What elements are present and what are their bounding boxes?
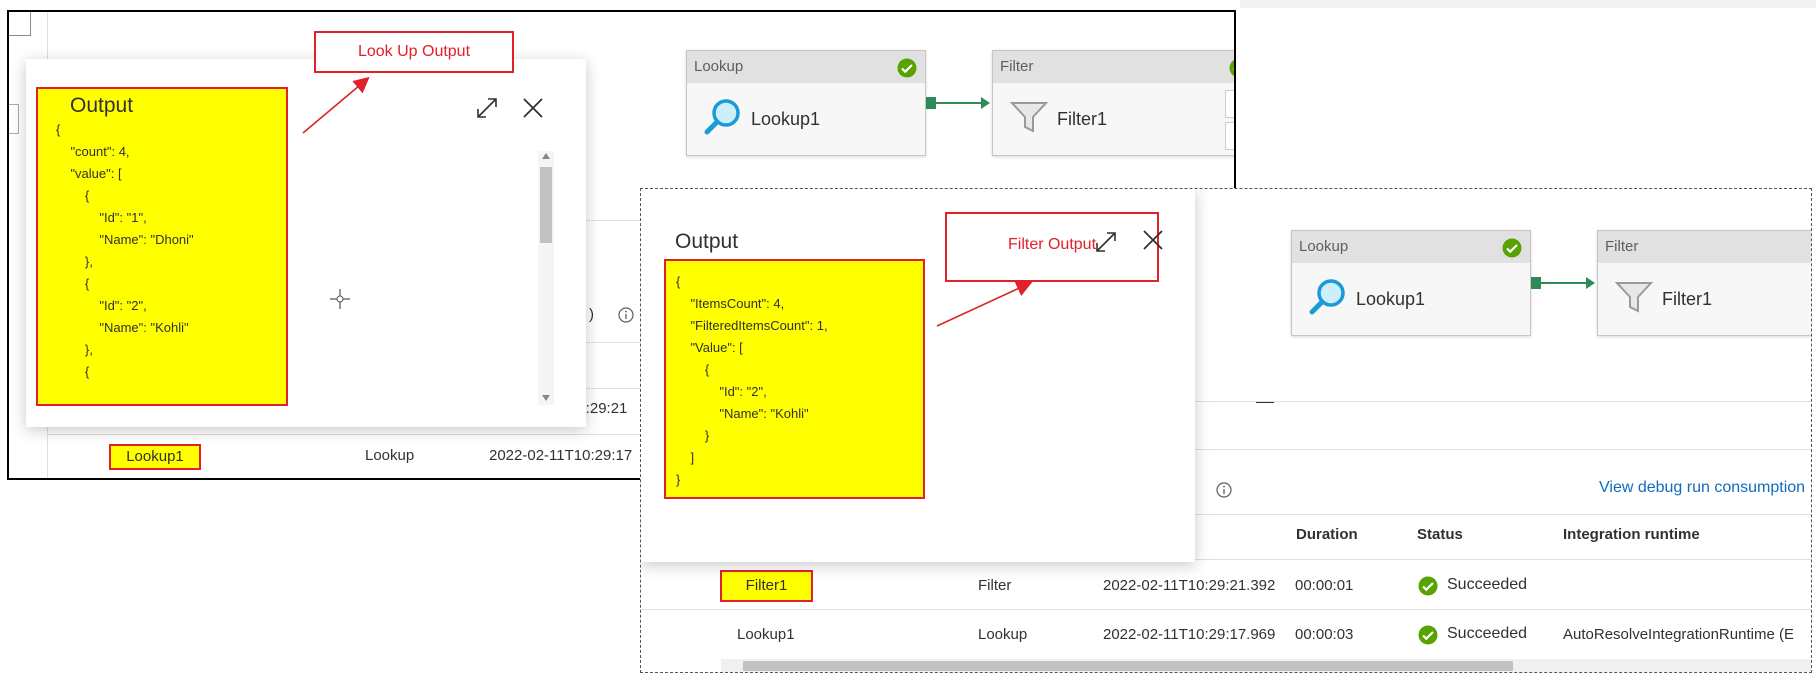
activity-lookup[interactable]: Lookup Lookup1 bbox=[686, 50, 926, 156]
output-title: Output bbox=[675, 230, 739, 253]
scroll-thumb[interactable] bbox=[540, 167, 552, 243]
activity-filter[interactable]: Filter Filter1 bbox=[992, 50, 1234, 156]
canvas-side-control[interactable] bbox=[1225, 122, 1234, 150]
success-check-icon bbox=[1418, 625, 1438, 645]
partial-paren: ) bbox=[589, 306, 594, 323]
view-debug-run-consumption-link[interactable]: View debug run consumption bbox=[1599, 479, 1805, 497]
activity-lookup[interactable]: Lookup Lookup1 bbox=[1291, 230, 1531, 336]
json-line: "count": 4, bbox=[56, 144, 130, 159]
row-start: 2022-02-11T10:29:21.392 bbox=[1103, 577, 1276, 594]
magnifier-icon bbox=[1309, 279, 1345, 315]
success-check-icon bbox=[1502, 238, 1522, 258]
success-check-icon bbox=[897, 58, 917, 78]
activity-type: Filter bbox=[993, 51, 1234, 83]
close-icon[interactable] bbox=[520, 95, 546, 121]
funnel-icon bbox=[1614, 282, 1654, 313]
json-line: "Id": "2", bbox=[676, 384, 767, 399]
partial-checkbox[interactable] bbox=[9, 12, 31, 36]
json-line: { bbox=[56, 188, 90, 203]
json-line: }, bbox=[56, 342, 93, 357]
output-panel: Output { "count": 4, "value": [ { "Id": … bbox=[26, 59, 586, 427]
expand-icon[interactable] bbox=[1093, 229, 1119, 255]
json-line: "FilteredItemsCount": 1, bbox=[676, 318, 828, 333]
json-lines: { "ItemsCount": 4, "FilteredItemsCount":… bbox=[676, 271, 923, 491]
background-strip bbox=[1240, 0, 1816, 8]
row-status: Succeeded bbox=[1447, 625, 1528, 642]
info-icon[interactable] bbox=[618, 307, 634, 323]
json-output: { "ItemsCount": 4, "FilteredItemsCount":… bbox=[664, 259, 925, 499]
collapsed-side-tab[interactable] bbox=[9, 104, 19, 134]
info-icon[interactable] bbox=[1216, 482, 1232, 498]
json-line: { bbox=[56, 122, 61, 137]
activity-filter[interactable]: Filter Filter1 bbox=[1597, 230, 1811, 336]
magnifier-icon bbox=[704, 99, 740, 135]
funnel-icon bbox=[1009, 102, 1049, 133]
connector-handle[interactable] bbox=[1531, 277, 1541, 289]
scroll-thumb[interactable] bbox=[743, 661, 1513, 671]
json-line: } bbox=[676, 472, 681, 487]
canvas-side-control[interactable] bbox=[1225, 90, 1234, 118]
column-status[interactable]: Status bbox=[1417, 526, 1463, 543]
activity-name: Lookup1 bbox=[1356, 289, 1426, 309]
json-line: { bbox=[676, 274, 681, 289]
row-duration: 00:00:03 bbox=[1295, 626, 1354, 643]
json-line: "Name": "Kohli" bbox=[56, 320, 189, 335]
crosshair-cursor-icon bbox=[330, 289, 350, 309]
json-output: Output { "count": 4, "value": [ { "Id": … bbox=[36, 87, 288, 406]
json-line: ] bbox=[676, 450, 695, 465]
connector-line bbox=[1541, 282, 1587, 284]
json-line: "Name": "Dhoni" bbox=[56, 232, 194, 247]
json-line: "Id": "2", bbox=[56, 298, 147, 313]
filter-output-callout: Filter Output bbox=[945, 212, 1159, 282]
json-line: "Id": "1", bbox=[56, 210, 147, 225]
activity-type: Lookup bbox=[1292, 231, 1530, 263]
scroll-down-icon[interactable] bbox=[542, 395, 550, 401]
filter-output-screenshot: Lookup Lookup1 Filter Filter1 ) View deb… bbox=[640, 188, 1812, 673]
row-type: Filter bbox=[978, 577, 1012, 594]
expand-icon[interactable] bbox=[474, 95, 500, 121]
row-type: Lookup bbox=[978, 626, 1028, 643]
row-integration-runtime: AutoResolveIntegrationRuntime (E bbox=[1563, 626, 1794, 643]
json-line: "value": [ bbox=[56, 166, 122, 181]
json-lines: { "count": 4, "value": [ { "Id": "1", "N… bbox=[56, 119, 286, 383]
lookup-output-callout: Look Up Output bbox=[314, 31, 514, 73]
row-name[interactable]: Lookup1 bbox=[737, 626, 795, 643]
activity-type: Lookup bbox=[687, 51, 925, 83]
json-line: }, bbox=[56, 254, 93, 269]
row-name-highlight[interactable]: Lookup1 bbox=[109, 444, 201, 470]
json-line: "ItemsCount": 4, bbox=[676, 296, 785, 311]
connector-arrow-icon bbox=[981, 97, 990, 109]
success-check-icon bbox=[1418, 576, 1438, 596]
scroll-up-icon[interactable] bbox=[542, 153, 550, 159]
vertical-scrollbar[interactable] bbox=[538, 151, 554, 405]
json-line: { bbox=[56, 364, 90, 379]
json-line: { bbox=[676, 362, 710, 377]
json-line: "Name": "Kohli" bbox=[676, 406, 809, 421]
json-line: } bbox=[676, 428, 710, 443]
row-start: 2022-02-11T10:29:17.969 bbox=[1103, 626, 1276, 643]
activity-name: Lookup1 bbox=[751, 109, 821, 129]
activity-name: Filter1 bbox=[1662, 289, 1713, 309]
row-status: Succeeded bbox=[1447, 576, 1528, 593]
column-integration-runtime[interactable]: Integration runtime bbox=[1563, 526, 1700, 543]
connector-handle[interactable] bbox=[926, 97, 936, 109]
row-divider bbox=[641, 609, 1811, 610]
connector-arrow-icon bbox=[1586, 277, 1595, 289]
close-icon[interactable] bbox=[1140, 227, 1166, 253]
horizontal-scrollbar[interactable] bbox=[721, 659, 1811, 672]
row-duration: 00:00:01 bbox=[1295, 577, 1354, 594]
json-line: { bbox=[56, 276, 90, 291]
connector-line bbox=[936, 102, 982, 104]
activity-type: Filter bbox=[1598, 231, 1811, 263]
row-type: Lookup bbox=[365, 447, 415, 464]
output-title: Output bbox=[70, 94, 134, 117]
column-duration[interactable]: Duration bbox=[1296, 526, 1358, 543]
json-line: "Value": [ bbox=[676, 340, 743, 355]
activity-name: Filter1 bbox=[1057, 109, 1108, 129]
success-check-icon bbox=[1229, 59, 1234, 77]
row-start: 2022-02-11T10:29:17 bbox=[489, 447, 633, 464]
row-name-highlight[interactable]: Filter1 bbox=[720, 570, 813, 602]
